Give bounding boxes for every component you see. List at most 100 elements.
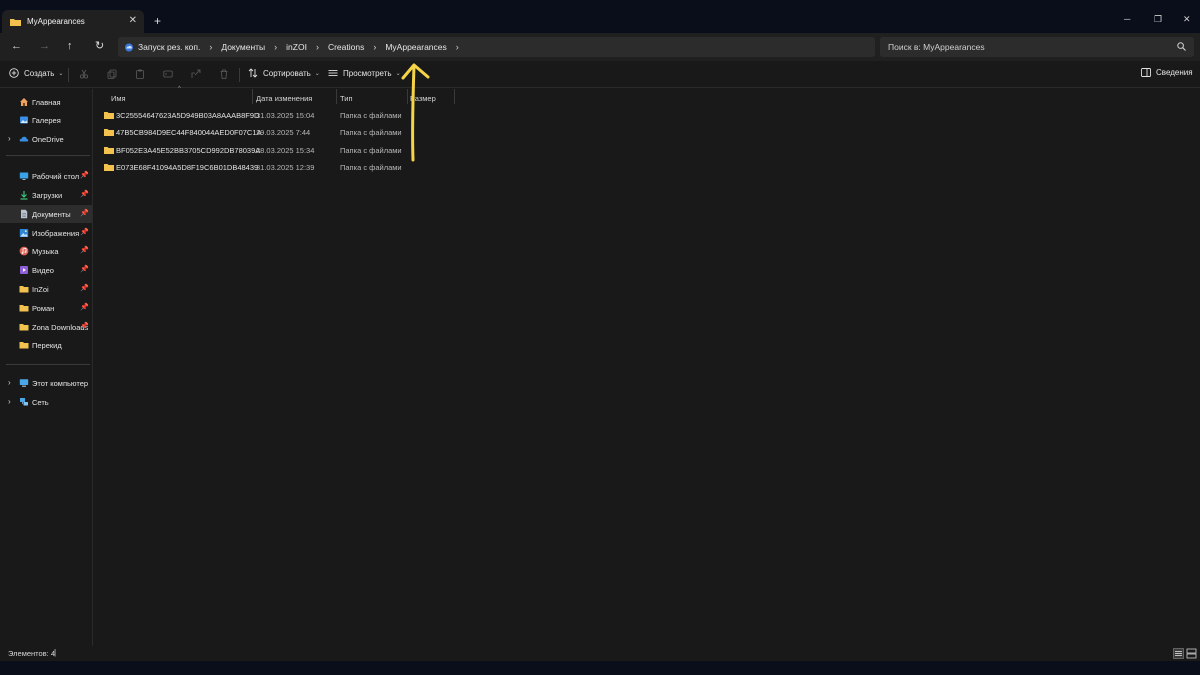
sidebar-item-network[interactable]: › Сеть [0,393,92,411]
new-tab-button[interactable]: + [154,15,161,27]
music-icon [19,246,29,256]
file-type: Папка с файлами [340,146,402,155]
pictures-icon [19,229,29,237]
breadcrumb-inzoi[interactable]: inZOI [286,42,307,52]
up-button[interactable]: ↑ [67,40,73,52]
bottom-strip [0,661,1200,675]
minimize-button[interactable]: ─ [1124,14,1130,24]
delete-icon[interactable] [219,69,229,79]
column-separator[interactable] [336,89,337,104]
back-button[interactable]: ← [11,40,22,52]
sidebar-item-label: Роман [32,303,55,313]
breadcrumb-documents[interactable]: Документы [221,42,265,52]
breadcrumb-creations[interactable]: Creations [328,42,364,52]
expand-chevron-icon[interactable]: › [8,378,11,387]
maximize-button[interactable]: ❐ [1154,14,1162,24]
view-button[interactable]: Просмотреть ⌄ [328,68,401,78]
forward-button[interactable]: → [39,40,50,52]
sidebar-item-label: Этот компьютер [32,378,89,388]
sidebar-item-home[interactable]: Главная [0,93,92,111]
breadcrumb-separator[interactable]: › [373,42,376,52]
tiles-view-icon[interactable] [1186,648,1197,659]
copy-icon[interactable] [107,69,117,79]
sidebar-item-label: Загрузки [32,190,63,200]
sort-button[interactable]: Сортировать ⌄ [248,68,320,78]
paste-icon[interactable] [135,69,145,79]
search-placeholder: Поиск в: MyAppearances [888,42,985,52]
expand-chevron-icon[interactable]: › [8,397,11,406]
pin-icon[interactable]: 📌 [80,246,89,254]
column-separator[interactable] [454,89,455,104]
breadcrumb-separator[interactable]: › [209,42,212,52]
folder-icon [104,129,114,136]
breadcrumb-separator[interactable]: › [316,42,319,52]
sidebar-item-video[interactable]: Видео 📌 [0,261,92,279]
sidebar-item-inzoi[interactable]: InZoi 📌 [0,280,92,298]
pin-icon[interactable]: 📌 [80,284,89,292]
sidebar-divider [6,155,90,156]
close-tab-icon[interactable]: ✕ [129,15,137,26]
pin-icon[interactable]: 📌 [80,265,89,273]
pin-icon[interactable]: 📌 [80,171,89,179]
expand-chevron-icon[interactable]: › [8,134,11,143]
sidebar-item-label: Главная [32,97,61,107]
pin-icon[interactable]: 📌 [80,303,89,311]
sidebar-item-downloads[interactable]: Загрузки 📌 [0,186,92,204]
rename-icon[interactable] [163,69,173,79]
column-separator[interactable] [252,89,253,104]
search-icon[interactable] [1177,42,1186,51]
list-view-icon [328,70,338,76]
details-pane-button[interactable]: Сведения [1141,68,1193,77]
status-bar: Элементов: 4 | [0,646,1200,661]
sidebar-item-label: Перекид [32,340,62,350]
sidebar-item-roman[interactable]: Роман 📌 [0,299,92,317]
breadcrumb-separator[interactable]: › [456,42,459,52]
sidebar-item-label: Изображения [32,228,80,238]
sidebar-item-onedrive[interactable]: › OneDrive [0,130,92,148]
tab-myappearances[interactable]: MyAppearances ✕ [2,10,144,33]
column-header-date[interactable]: Дата изменения [256,92,312,105]
gallery-icon [20,116,28,124]
title-bar: MyAppearances ✕ + ─ ❐ ✕ [0,0,1200,33]
breadcrumb-myappearances[interactable]: MyAppearances [385,42,446,52]
sidebar-item-pictures[interactable]: Изображения 📌 [0,224,92,242]
share-icon[interactable] [191,69,201,79]
sidebar-item-music[interactable]: Музыка 📌 [0,242,92,260]
address-row: ← → ↑ ↻ Запуск рез. коп. › Документы › i… [0,33,1200,61]
sidebar-item-zona-downloads[interactable]: Zona Downloads 📌 [0,318,92,336]
column-header-name[interactable]: Имя [111,92,126,105]
file-date: 31.03.2025 12:39 [256,163,315,172]
file-type: Папка с файлами [340,163,402,172]
refresh-button[interactable]: ↻ [95,40,104,52]
documents-icon [21,209,28,219]
sidebar-item-gallery[interactable]: Галерея [0,111,92,129]
sidebar-item-perekid[interactable]: Перекид [0,336,92,354]
file-name: 47B5CB984D9EC44F840044AED0F07C1A [116,128,262,137]
column-header-type[interactable]: Тип [340,92,353,105]
create-button[interactable]: Создать ⌄ [9,68,63,78]
pin-icon[interactable]: 📌 [80,190,89,198]
search-input[interactable]: Поиск в: MyAppearances [880,37,1194,57]
address-bar[interactable]: Запуск рез. коп. › Документы › inZOI › C… [118,37,875,57]
pin-icon[interactable]: 📌 [80,322,89,330]
sidebar-item-this-pc[interactable]: › Этот компьютер [0,374,92,392]
details-view-icon[interactable] [1173,648,1184,659]
folder-icon [19,342,29,349]
annotation-arrow-icon [401,63,430,162]
network-icon [20,398,28,406]
pin-icon[interactable]: 📌 [80,228,89,236]
sidebar-item-label: Галерея [32,115,61,125]
file-list: ^ Имя Дата изменения Тип Размер 3C255546… [94,86,1200,646]
breadcrumb-backup[interactable]: Запуск рез. коп. [138,42,200,52]
sidebar-item-desktop[interactable]: Рабочий стол 📌 [0,167,92,185]
pin-icon[interactable]: 📌 [80,209,89,217]
file-date: 31.03.2025 15:04 [256,111,315,120]
close-window-button[interactable]: ✕ [1183,14,1191,24]
desktop-icon [19,172,29,180]
sidebar-item-label: Видео [32,265,54,275]
view-label: Просмотреть [343,68,392,78]
sidebar-item-documents[interactable]: Документы 📌 [0,205,92,223]
folder-icon [19,324,29,331]
cut-icon[interactable] [79,69,89,79]
breadcrumb-separator[interactable]: › [274,42,277,52]
